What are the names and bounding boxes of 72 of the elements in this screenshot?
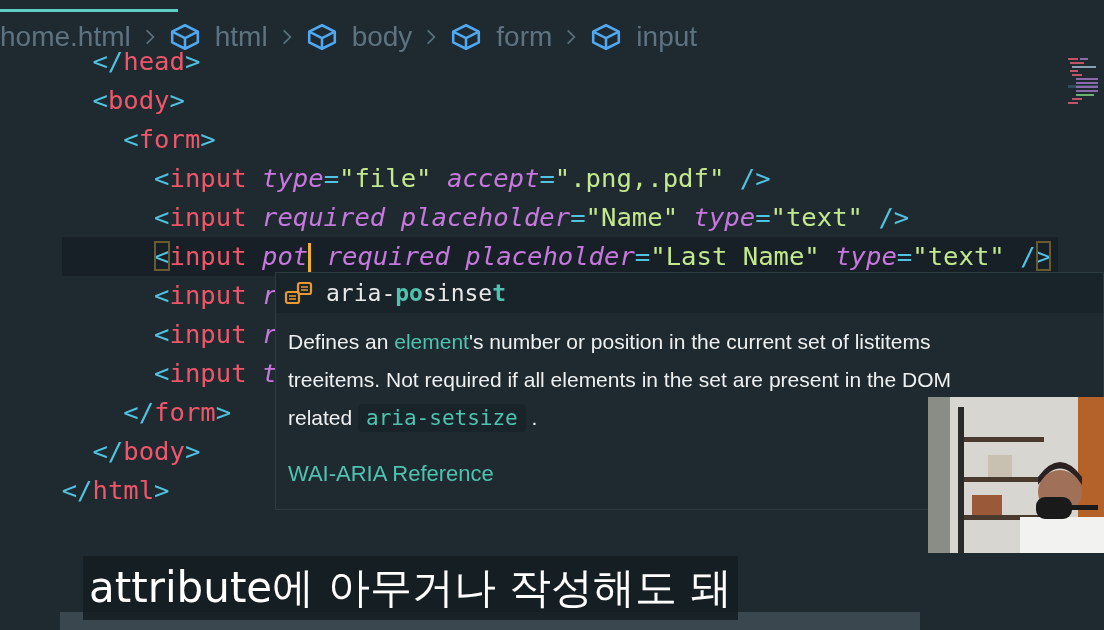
suggestion-item[interactable]: aria-posinset <box>276 273 1103 313</box>
tag-name: body <box>107 85 170 115</box>
code-punctuation: / <box>1020 241 1036 271</box>
cube-icon <box>168 23 201 51</box>
cube-icon <box>450 23 483 51</box>
code-punctuation: > <box>215 397 232 427</box>
code-punctuation: < <box>154 358 170 388</box>
chevron-icon <box>281 28 292 46</box>
text-cursor <box>308 243 312 273</box>
attribute-name: type <box>262 163 324 193</box>
code-punctuation: < <box>154 163 170 193</box>
code-punctuation: > <box>184 46 201 76</box>
breadcrumb-item[interactable]: input <box>636 21 698 53</box>
string-value: "Name" <box>585 202 679 232</box>
attribute-name: placeholder <box>465 241 635 271</box>
code-punctuation: > <box>169 85 185 115</box>
string-value: "text" <box>912 241 1005 271</box>
code-punctuation: < <box>123 124 139 154</box>
attribute-name: t <box>262 358 278 388</box>
breadcrumb-item[interactable]: body <box>351 21 413 53</box>
tag-name: input <box>169 163 247 193</box>
tag-name: input <box>169 241 247 271</box>
tag-name: form <box>154 397 216 427</box>
attribute-name: required <box>326 241 450 271</box>
attribute-name: type <box>693 202 756 232</box>
reference-link[interactable]: WAI-ARIA Reference <box>288 461 494 487</box>
code-punctuation: </ <box>123 397 155 427</box>
tag-name: html <box>92 475 155 505</box>
code-punctuation: > <box>184 436 201 466</box>
attribute-name: required <box>262 202 386 232</box>
code-punctuation: > <box>200 124 216 154</box>
chevron-icon <box>566 28 577 46</box>
code-punctuation: = <box>896 241 913 271</box>
chevron-icon <box>426 28 437 46</box>
code-punctuation: /> <box>878 202 910 232</box>
attribute-name: type <box>835 241 897 271</box>
property-icon <box>284 280 314 306</box>
code-punctuation: </ <box>92 436 124 466</box>
code-punctuation: = <box>570 202 586 232</box>
tag-name: body <box>123 436 185 466</box>
description-text: Defines an element's number or position in the current set of listitems treeitems. Not required if all elements in the set are present in the DOM related aria-setsize . <box>287 329 951 434</box>
cube-icon <box>305 23 338 51</box>
tag-name: input <box>169 319 247 349</box>
code-punctuation: < <box>154 319 170 349</box>
code-punctuation: </ <box>61 475 93 505</box>
cube-icon <box>590 23 623 51</box>
tag-name: input <box>169 280 247 310</box>
code-punctuation: = <box>634 241 651 271</box>
code-punctuation: = <box>755 202 771 232</box>
subtitle-caption: attribute에 아무거나 작성해도 돼 <box>83 556 739 620</box>
breadcrumb-item[interactable]: form <box>496 21 553 53</box>
code-punctuation: /> <box>739 163 771 193</box>
attribute-name: placeholder <box>400 202 571 232</box>
minimap-drawing[interactable] <box>1068 58 1098 106</box>
string-value: "Last Name" <box>650 241 820 271</box>
tag-name: input <box>169 202 247 232</box>
code-punctuation: < <box>154 280 170 310</box>
string-value: ".png,.pdf" <box>554 163 725 193</box>
tag-name: input <box>169 358 247 388</box>
code-punctuation: > <box>154 475 170 505</box>
chevron-icon <box>144 28 155 46</box>
code-punctuation: < <box>154 202 170 232</box>
code-punctuation: = <box>539 163 555 193</box>
string-value: "file" <box>339 163 432 193</box>
breadcrumb-item[interactable]: html <box>214 21 268 53</box>
attribute-name: accept <box>446 163 540 193</box>
attribute-name: pot <box>262 241 309 271</box>
tag-name: form <box>138 124 201 154</box>
code-punctuation: < <box>154 241 170 271</box>
code-punctuation: < <box>92 85 108 115</box>
string-value: "text" <box>770 202 863 232</box>
code-punctuation: = <box>323 163 340 193</box>
